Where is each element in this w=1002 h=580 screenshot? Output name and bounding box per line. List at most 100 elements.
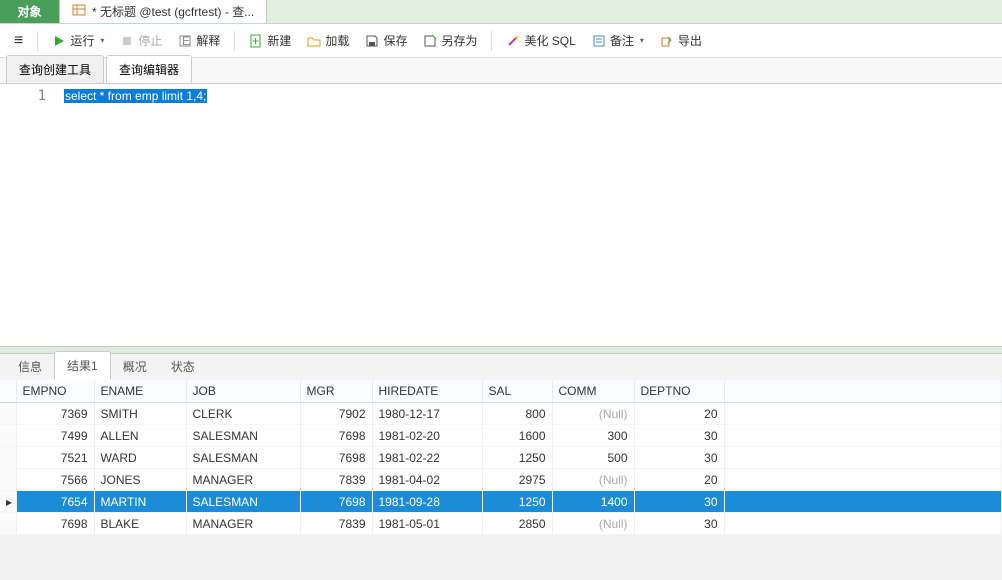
col-sal[interactable]: SAL — [482, 380, 552, 403]
sql-editor[interactable]: 1 select * from emp limit 1,4; — [0, 84, 1002, 346]
cell-empno[interactable]: 7698 — [16, 513, 94, 535]
cell-mgr[interactable]: 7698 — [300, 491, 372, 513]
cell-empno[interactable]: 7521 — [16, 447, 94, 469]
cell-hiredate[interactable]: 1981-05-01 — [372, 513, 482, 535]
chevron-down-icon: ▾ — [640, 36, 644, 45]
subtab-builder[interactable]: 查询创建工具 — [6, 55, 104, 83]
restab-result1[interactable]: 结果1 — [54, 351, 111, 380]
col-ename[interactable]: ENAME — [94, 380, 186, 403]
saveas-button[interactable]: 另存为 — [417, 28, 483, 53]
chevron-down-icon: ▾ — [100, 36, 104, 45]
restab-status[interactable]: 状态 — [159, 353, 207, 380]
explain-button[interactable]: E 解释 — [172, 28, 226, 53]
cell-mgr[interactable]: 7902 — [300, 403, 372, 425]
cell-deptno[interactable]: 30 — [634, 491, 724, 513]
line-gutter: 1 — [0, 84, 58, 346]
cell-ename[interactable]: MARTIN — [94, 491, 186, 513]
cell-mgr[interactable]: 7698 — [300, 425, 372, 447]
cell-sal[interactable]: 1250 — [482, 491, 552, 513]
window-tabs: 对象 * 无标题 @test (gcfrtest) - 查... — [0, 0, 1002, 24]
cell-comm[interactable]: (Null) — [552, 513, 634, 535]
restab-overview[interactable]: 概况 — [111, 353, 159, 380]
cell-ename[interactable]: SMITH — [94, 403, 186, 425]
col-comm[interactable]: COMM — [552, 380, 634, 403]
tab-query[interactable]: * 无标题 @test (gcfrtest) - 查... — [60, 0, 267, 23]
restab-msg[interactable]: 信息 — [6, 353, 54, 380]
cell-deptno[interactable]: 20 — [634, 469, 724, 491]
cell-hiredate[interactable]: 1981-02-20 — [372, 425, 482, 447]
cell-comm[interactable]: (Null) — [552, 403, 634, 425]
export-button[interactable]: 导出 — [654, 28, 708, 53]
toolbar: ≡ 运行▾ 停止 E 解释 新建 加载 保存 另存为 美化 SQL 备注▾ 导出 — [0, 24, 1002, 58]
cell-empno[interactable]: 7499 — [16, 425, 94, 447]
table-row[interactable]: 7521WARDSALESMAN76981981-02-22125050030 — [0, 447, 1002, 469]
cell-mgr[interactable]: 7839 — [300, 469, 372, 491]
rowmark-header — [0, 380, 16, 403]
cell-deptno[interactable]: 20 — [634, 403, 724, 425]
cell-hiredate[interactable]: 1981-04-02 — [372, 469, 482, 491]
saveas-icon — [423, 34, 437, 48]
cell-job[interactable]: MANAGER — [186, 513, 300, 535]
cell-deptno[interactable]: 30 — [634, 447, 724, 469]
table-row[interactable]: 7369SMITHCLERK79021980-12-17800(Null)20 — [0, 403, 1002, 425]
save-icon — [365, 34, 379, 48]
cell-comm[interactable]: 300 — [552, 425, 634, 447]
cell-hiredate[interactable]: 1981-09-28 — [372, 491, 482, 513]
cell-job[interactable]: SALESMAN — [186, 447, 300, 469]
cell-ename[interactable]: JONES — [94, 469, 186, 491]
run-button[interactable]: 运行▾ — [46, 28, 110, 53]
wand-icon — [506, 34, 520, 48]
cell-sal[interactable]: 1250 — [482, 447, 552, 469]
col-mgr[interactable]: MGR — [300, 380, 372, 403]
cell-ename[interactable]: ALLEN — [94, 425, 186, 447]
cell-sal[interactable]: 1600 — [482, 425, 552, 447]
table-row[interactable]: 7698BLAKEMANAGER78391981-05-012850(Null)… — [0, 513, 1002, 535]
new-button[interactable]: 新建 — [243, 28, 297, 53]
cell-sal[interactable]: 800 — [482, 403, 552, 425]
row-marker: ▸ — [0, 491, 16, 513]
cell-hiredate[interactable]: 1980-12-17 — [372, 403, 482, 425]
cell-job[interactable]: SALESMAN — [186, 425, 300, 447]
cell-ename[interactable]: BLAKE — [94, 513, 186, 535]
tab-object[interactable]: 对象 — [0, 0, 60, 23]
notes-icon — [592, 34, 606, 48]
query-icon — [72, 3, 86, 20]
cell-job[interactable]: MANAGER — [186, 469, 300, 491]
cell-mgr[interactable]: 7698 — [300, 447, 372, 469]
cell-deptno[interactable]: 30 — [634, 425, 724, 447]
code-area[interactable]: select * from emp limit 1,4; — [58, 84, 1002, 346]
cell-empno[interactable]: 7654 — [16, 491, 94, 513]
cell-job[interactable]: CLERK — [186, 403, 300, 425]
cell-comm[interactable]: 1400 — [552, 491, 634, 513]
cell-hiredate[interactable]: 1981-02-22 — [372, 447, 482, 469]
cell-empno[interactable]: 7369 — [16, 403, 94, 425]
beautify-button[interactable]: 美化 SQL — [500, 28, 581, 53]
cell-empno[interactable]: 7566 — [16, 469, 94, 491]
cell-sal[interactable]: 2975 — [482, 469, 552, 491]
col-hiredate[interactable]: HIREDATE — [372, 380, 482, 403]
menu-icon: ≡ — [14, 32, 23, 50]
col-empno[interactable]: EMPNO — [16, 380, 94, 403]
table-row[interactable]: ▸7654MARTINSALESMAN76981981-09-281250140… — [0, 491, 1002, 513]
row-marker — [0, 469, 16, 491]
table-row[interactable]: 7566JONESMANAGER78391981-04-022975(Null)… — [0, 469, 1002, 491]
load-button[interactable]: 加载 — [301, 28, 355, 53]
separator — [491, 31, 492, 51]
stop-button: 停止 — [114, 28, 168, 53]
cell-deptno[interactable]: 30 — [634, 513, 724, 535]
cell-comm[interactable]: (Null) — [552, 469, 634, 491]
save-button[interactable]: 保存 — [359, 28, 413, 53]
cell-mgr[interactable]: 7839 — [300, 513, 372, 535]
col-deptno[interactable]: DEPTNO — [634, 380, 724, 403]
menu-button[interactable]: ≡ — [8, 28, 29, 54]
notes-button[interactable]: 备注▾ — [586, 28, 650, 53]
cell-ename[interactable]: WARD — [94, 447, 186, 469]
result-grid[interactable]: EMPNOENAMEJOBMGRHIREDATESALCOMMDEPTNO 73… — [0, 380, 1002, 535]
subtab-editor[interactable]: 查询编辑器 — [106, 55, 192, 83]
col-job[interactable]: JOB — [186, 380, 300, 403]
cell-job[interactable]: SALESMAN — [186, 491, 300, 513]
cell-sal[interactable]: 2850 — [482, 513, 552, 535]
row-marker — [0, 513, 16, 535]
cell-comm[interactable]: 500 — [552, 447, 634, 469]
table-row[interactable]: 7499ALLENSALESMAN76981981-02-20160030030 — [0, 425, 1002, 447]
